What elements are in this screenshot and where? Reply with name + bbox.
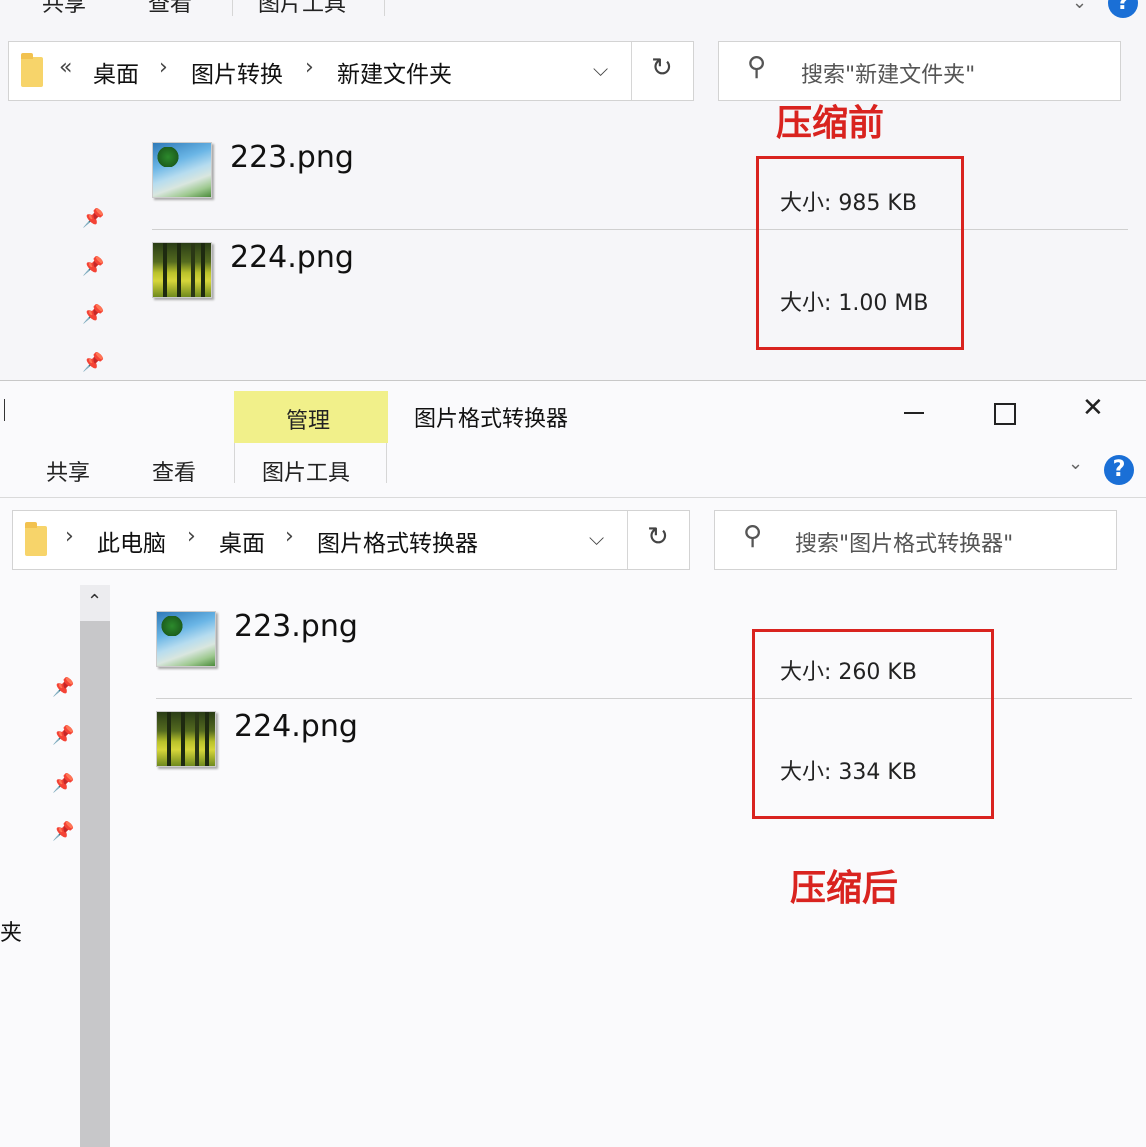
- breadcrumb-desktop[interactable]: 桌面: [93, 55, 139, 89]
- address-bar[interactable]: « 桌面 › 图片转换 › 新建文件夹 ⌵ ↻: [8, 41, 694, 101]
- file-thumbnail-224[interactable]: [156, 711, 216, 767]
- top-explorer-window: 共享 查看 图片工具 ⌄ ? « 桌面 › 图片转换 › 新建文件夹 ⌵ ↻ ⚲…: [0, 0, 1146, 380]
- close-icon[interactable]: ✕: [1082, 393, 1104, 423]
- address-divider: [631, 42, 632, 100]
- sidebar-folder-label[interactable]: 夹: [0, 915, 22, 947]
- search-box[interactable]: ⚲ 搜索"图片格式转换器": [714, 510, 1117, 570]
- address-bar[interactable]: › 此电脑 › 桌面 › 图片格式转换器 ⌵ ↻: [12, 510, 690, 570]
- breadcrumb-image-convert[interactable]: 图片转换: [191, 55, 283, 89]
- tab-share[interactable]: 共享: [42, 0, 86, 18]
- ribbon-divider: [386, 443, 387, 483]
- minimize-icon[interactable]: [904, 412, 924, 414]
- breadcrumb-separator-icon: ›: [305, 55, 314, 80]
- file-name-224[interactable]: 224.png: [230, 240, 354, 275]
- breadcrumb-separator-icon: ›: [187, 524, 196, 549]
- folder-icon: [21, 53, 43, 87]
- tab-share[interactable]: 共享: [46, 455, 90, 487]
- overflow-chevron-icon[interactable]: «: [59, 55, 72, 80]
- refresh-icon[interactable]: ↻: [651, 53, 673, 83]
- breadcrumb-separator-icon: ›: [65, 524, 74, 549]
- scrollbar-thumb[interactable]: [80, 621, 110, 1147]
- pin-icon[interactable]: 📌: [82, 352, 104, 373]
- search-input[interactable]: 搜索"新建文件夹": [801, 57, 975, 89]
- ribbon-divider: [384, 0, 385, 16]
- tab-view[interactable]: 查看: [152, 455, 196, 487]
- annotation-after: 压缩后: [790, 868, 899, 909]
- tab-view[interactable]: 查看: [148, 0, 192, 18]
- search-box[interactable]: ⚲ 搜索"新建文件夹": [718, 41, 1121, 101]
- pin-icon[interactable]: 📌: [52, 725, 74, 746]
- chevron-down-icon[interactable]: ⌵: [589, 526, 604, 550]
- pin-icon[interactable]: 📌: [52, 677, 74, 698]
- breadcrumb-desktop[interactable]: 桌面: [219, 524, 265, 558]
- tab-manage-label: 管理: [286, 409, 331, 434]
- help-icon[interactable]: ?: [1108, 0, 1138, 18]
- size-highlight-box: [752, 629, 994, 819]
- ribbon-divider: [232, 0, 233, 16]
- window-title: 图片格式转换器: [414, 407, 569, 432]
- file-thumbnail-223[interactable]: [152, 142, 212, 198]
- pin-icon[interactable]: 📌: [82, 256, 104, 277]
- ribbon-collapse-chevron-icon[interactable]: ⌄: [1068, 453, 1083, 474]
- search-icon: ⚲: [743, 521, 763, 551]
- pin-icon[interactable]: 📌: [82, 304, 104, 325]
- pin-icon[interactable]: 📌: [52, 821, 74, 842]
- size-highlight-box: [756, 156, 964, 350]
- annotation-before: 压缩前: [776, 103, 885, 144]
- ribbon-bottom-border: [0, 497, 1146, 498]
- file-name-223[interactable]: 223.png: [230, 140, 354, 175]
- search-input[interactable]: 搜索"图片格式转换器": [795, 526, 1013, 558]
- sidebar-scrollbar[interactable]: ⌃: [80, 585, 110, 1147]
- search-icon: ⚲: [747, 52, 767, 82]
- maximize-icon[interactable]: [994, 403, 1016, 425]
- window-edge: [4, 399, 5, 421]
- file-name-224[interactable]: 224.png: [234, 709, 358, 744]
- pin-icon[interactable]: 📌: [52, 773, 74, 794]
- ribbon-divider: [234, 443, 235, 483]
- scroll-up-chevron-icon[interactable]: ⌃: [87, 591, 102, 612]
- manage-tab[interactable]: 管理: [234, 391, 388, 443]
- file-thumbnail-224[interactable]: [152, 242, 212, 298]
- folder-icon: [25, 522, 47, 556]
- breadcrumb-separator-icon: ›: [285, 524, 294, 549]
- help-icon[interactable]: ?: [1104, 455, 1134, 485]
- chevron-down-icon[interactable]: ⌵: [593, 57, 608, 81]
- refresh-icon[interactable]: ↻: [647, 522, 669, 552]
- breadcrumb-new-folder[interactable]: 新建文件夹: [337, 55, 452, 89]
- tab-picture-tools[interactable]: 图片工具: [258, 0, 346, 18]
- ribbon-collapse-chevron-icon[interactable]: ⌄: [1072, 0, 1087, 13]
- row-divider: [152, 229, 1128, 230]
- pin-icon[interactable]: 📌: [82, 208, 104, 229]
- address-divider: [627, 511, 628, 569]
- breadcrumb-image-format-converter[interactable]: 图片格式转换器: [317, 524, 478, 558]
- file-name-223[interactable]: 223.png: [234, 609, 358, 644]
- breadcrumb-separator-icon: ›: [159, 55, 168, 80]
- tab-picture-tools[interactable]: 图片工具: [262, 455, 350, 487]
- file-thumbnail-223[interactable]: [156, 611, 216, 667]
- breadcrumb-this-pc[interactable]: 此电脑: [97, 524, 166, 558]
- bottom-explorer-window: 管理 图片格式转换器 ✕ 共享 查看 图片工具 ⌄ ? › 此电脑 › 桌面 ›…: [0, 380, 1146, 1147]
